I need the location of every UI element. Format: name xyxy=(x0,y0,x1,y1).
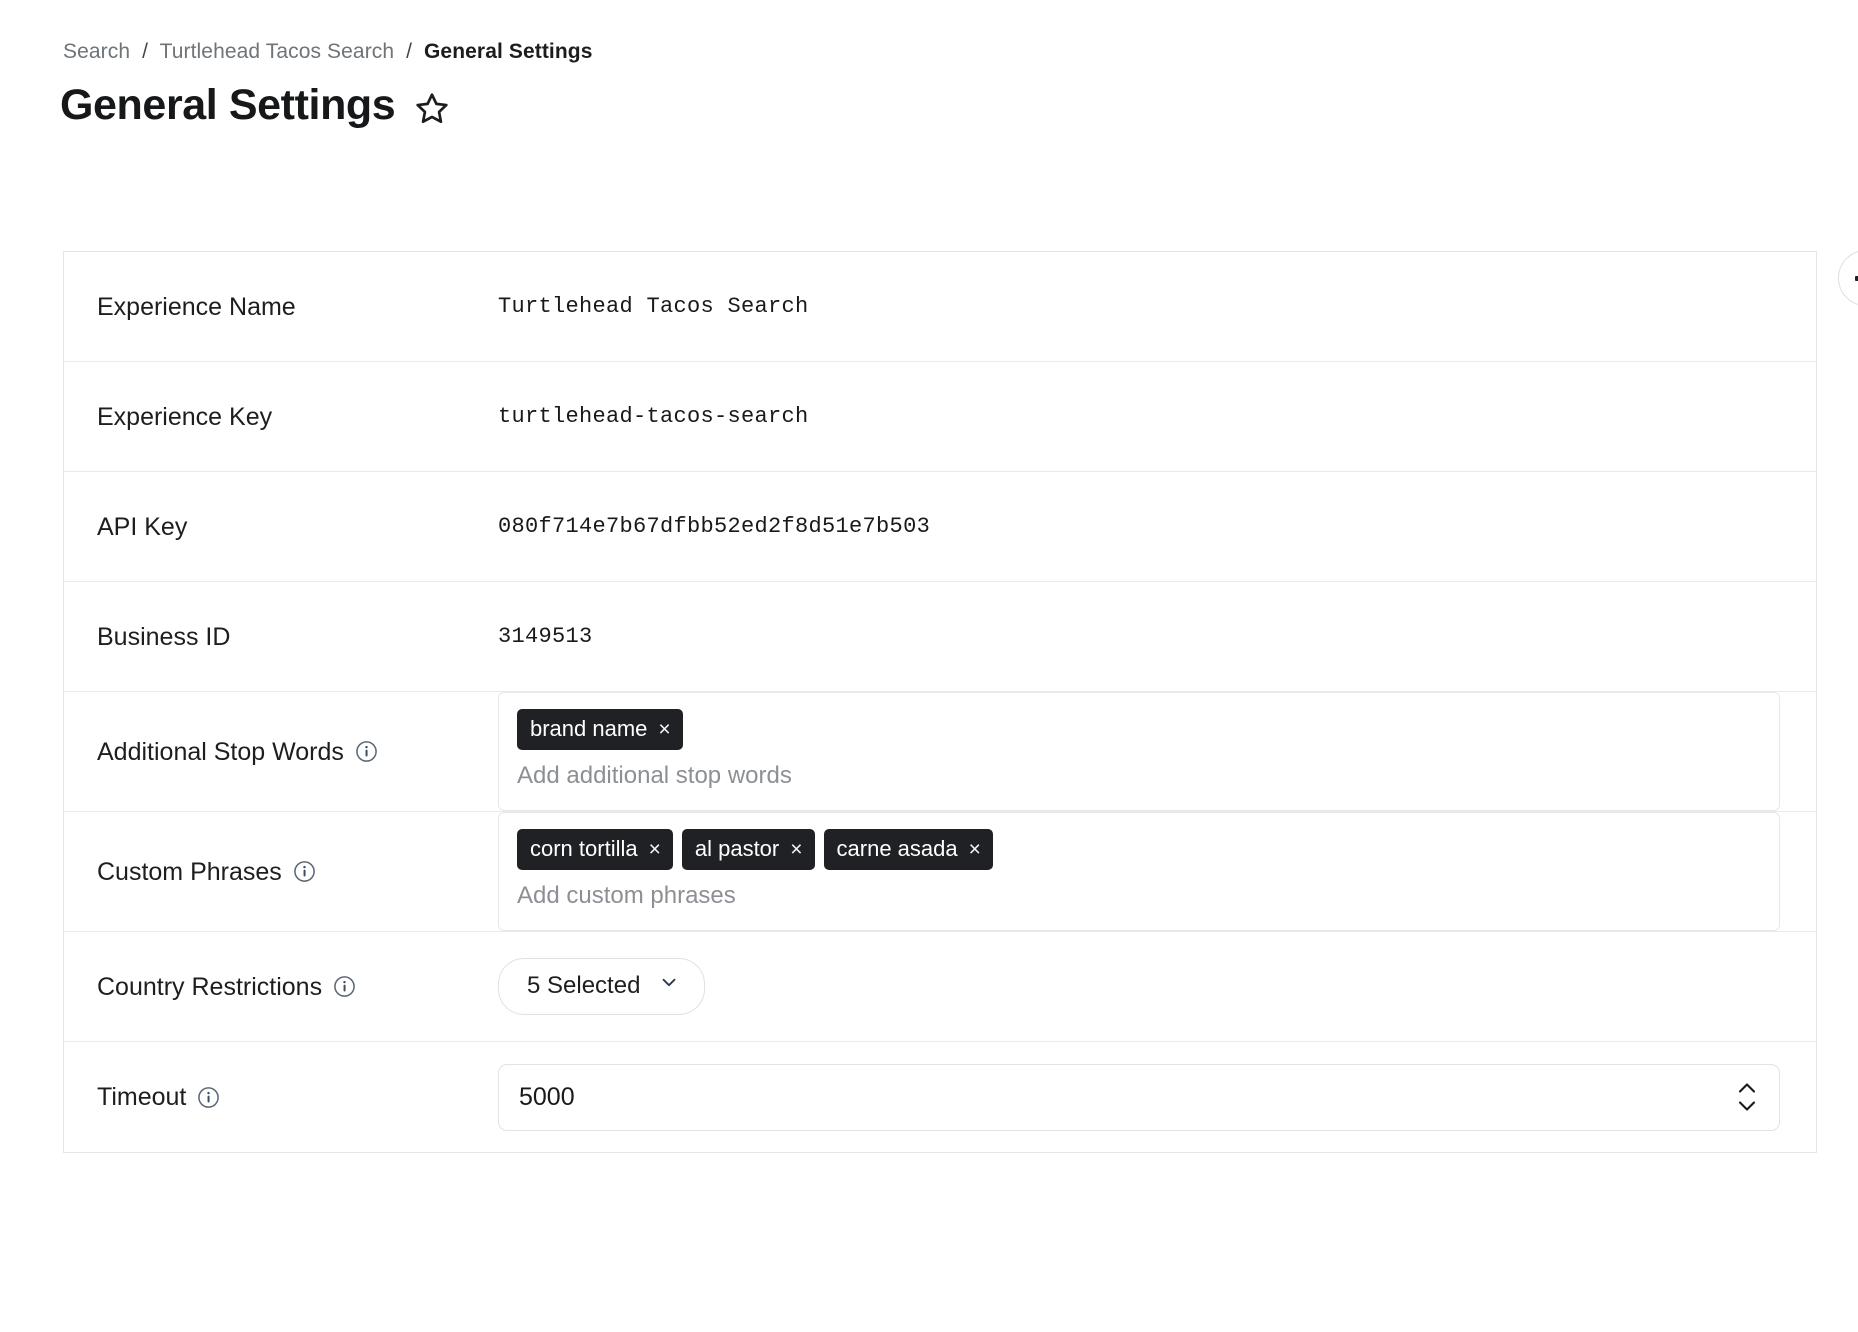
label-text: Business ID xyxy=(97,622,231,651)
tag-chip[interactable]: brand name × xyxy=(517,709,683,750)
table-row: Country Restrictions 5 Selected xyxy=(64,932,1816,1042)
remove-tag-icon[interactable]: × xyxy=(969,839,981,860)
breadcrumb-separator: / xyxy=(142,40,149,63)
row-label-api-key: API Key xyxy=(64,512,498,542)
remove-tag-icon[interactable]: × xyxy=(649,839,661,860)
row-value-custom-phrases: corn tortilla × al pastor × carne asada … xyxy=(498,812,1816,931)
info-circle-icon[interactable] xyxy=(293,860,316,883)
tag-label: corn tortilla xyxy=(530,836,638,861)
row-label-business-id: Business ID xyxy=(64,622,498,652)
star-outline-icon[interactable] xyxy=(413,89,451,127)
row-label-custom-phrases: Custom Phrases xyxy=(64,857,498,887)
breadcrumb-item-current: General Settings xyxy=(424,40,593,63)
row-label-experience-name: Experience Name xyxy=(64,292,498,322)
additional-stop-words-input[interactable]: brand name × Add additional stop words xyxy=(498,692,1780,811)
label-text: Timeout xyxy=(97,1083,187,1111)
info-circle-icon[interactable] xyxy=(197,1086,220,1109)
row-value-additional-stop-words: brand name × Add additional stop words xyxy=(498,692,1816,811)
table-row: Timeout 5000 xyxy=(64,1042,1816,1152)
tag-label: brand name xyxy=(530,716,648,741)
tag-label: al pastor xyxy=(694,836,780,861)
row-value-timeout: 5000 xyxy=(498,1063,1816,1131)
row-label-country-restrictions: Country Restrictions xyxy=(64,972,498,1002)
page-title: General Settings xyxy=(60,81,396,129)
label-text: Additional Stop Words xyxy=(97,737,344,766)
tag-label: carne asada xyxy=(836,836,958,861)
general-settings-page: Search / Turtlehead Tacos Search / Gener… xyxy=(0,0,1858,1332)
experience-key-value: turtlehead-tacos-search xyxy=(498,403,809,429)
table-row: Experience Name Turtlehead Tacos Search xyxy=(64,252,1816,362)
tag-chip[interactable]: carne asada × xyxy=(823,829,993,870)
remove-tag-icon[interactable]: × xyxy=(790,839,802,860)
row-label-experience-key: Experience Key xyxy=(64,402,498,432)
info-circle-icon[interactable] xyxy=(355,740,378,763)
row-label-additional-stop-words: Additional Stop Words xyxy=(64,737,498,767)
stepper-up-icon xyxy=(1738,1083,1756,1093)
timeout-value: 5000 xyxy=(519,1082,575,1111)
timeout-input[interactable]: 5000 xyxy=(498,1063,1780,1131)
table-row: API Key 080f714e7b67dfbb52ed2f8d51e7b503 xyxy=(64,472,1816,582)
row-value-business-id: 3149513 xyxy=(498,623,1816,651)
label-text: Experience Name xyxy=(97,292,296,321)
experience-name-value: Turtlehead Tacos Search xyxy=(498,293,809,319)
country-restrictions-value: 5 Selected xyxy=(527,972,641,999)
breadcrumb: Search / Turtlehead Tacos Search / Gener… xyxy=(63,39,592,65)
label-text: API Key xyxy=(97,512,188,541)
table-row: Additional Stop Words brand name × Add a… xyxy=(64,692,1816,812)
collapse-panel-button[interactable] xyxy=(1838,250,1858,306)
custom-phrases-chips: corn tortilla × al pastor × carne asada … xyxy=(517,829,1761,870)
label-text: Custom Phrases xyxy=(97,857,282,886)
api-key-value: 080f714e7b67dfbb52ed2f8d51e7b503 xyxy=(498,513,931,539)
quantity-stepper[interactable] xyxy=(1735,1082,1759,1113)
custom-phrases-placeholder[interactable]: Add custom phrases xyxy=(517,874,1761,912)
table-row: Custom Phrases corn tortilla × al pastor… xyxy=(64,812,1816,932)
info-circle-icon[interactable] xyxy=(333,975,356,998)
page-header: General Settings xyxy=(60,78,451,132)
breadcrumb-item-experience[interactable]: Turtlehead Tacos Search xyxy=(160,40,395,63)
remove-tag-icon[interactable]: × xyxy=(658,719,670,740)
additional-stop-words-chips: brand name × xyxy=(517,709,1761,750)
general-settings-card: Experience Name Turtlehead Tacos Search … xyxy=(63,251,1817,1153)
table-row: Experience Key turtlehead-tacos-search xyxy=(64,362,1816,472)
country-restrictions-select[interactable]: 5 Selected xyxy=(498,958,706,1015)
chevron-down-icon xyxy=(658,971,680,1001)
tag-chip[interactable]: al pastor × xyxy=(681,829,815,870)
row-value-country-restrictions: 5 Selected xyxy=(498,958,1816,1015)
row-value-experience-key: turtlehead-tacos-search xyxy=(498,403,1816,431)
row-label-timeout: Timeout xyxy=(64,1082,498,1112)
table-row: Business ID 3149513 xyxy=(64,582,1816,692)
additional-stop-words-placeholder[interactable]: Add additional stop words xyxy=(517,754,1761,792)
row-value-experience-name: Turtlehead Tacos Search xyxy=(498,293,1816,321)
tag-chip[interactable]: corn tortilla × xyxy=(517,829,673,870)
breadcrumb-separator: / xyxy=(406,40,413,63)
label-text: Country Restrictions xyxy=(97,972,323,1001)
stepper-down-icon xyxy=(1738,1101,1756,1111)
breadcrumb-item-search[interactable]: Search xyxy=(63,40,130,63)
row-value-api-key: 080f714e7b67dfbb52ed2f8d51e7b503 xyxy=(498,513,1816,541)
business-id-value: 3149513 xyxy=(498,623,593,649)
label-text: Experience Key xyxy=(97,402,273,431)
custom-phrases-input[interactable]: corn tortilla × al pastor × carne asada … xyxy=(498,812,1780,931)
